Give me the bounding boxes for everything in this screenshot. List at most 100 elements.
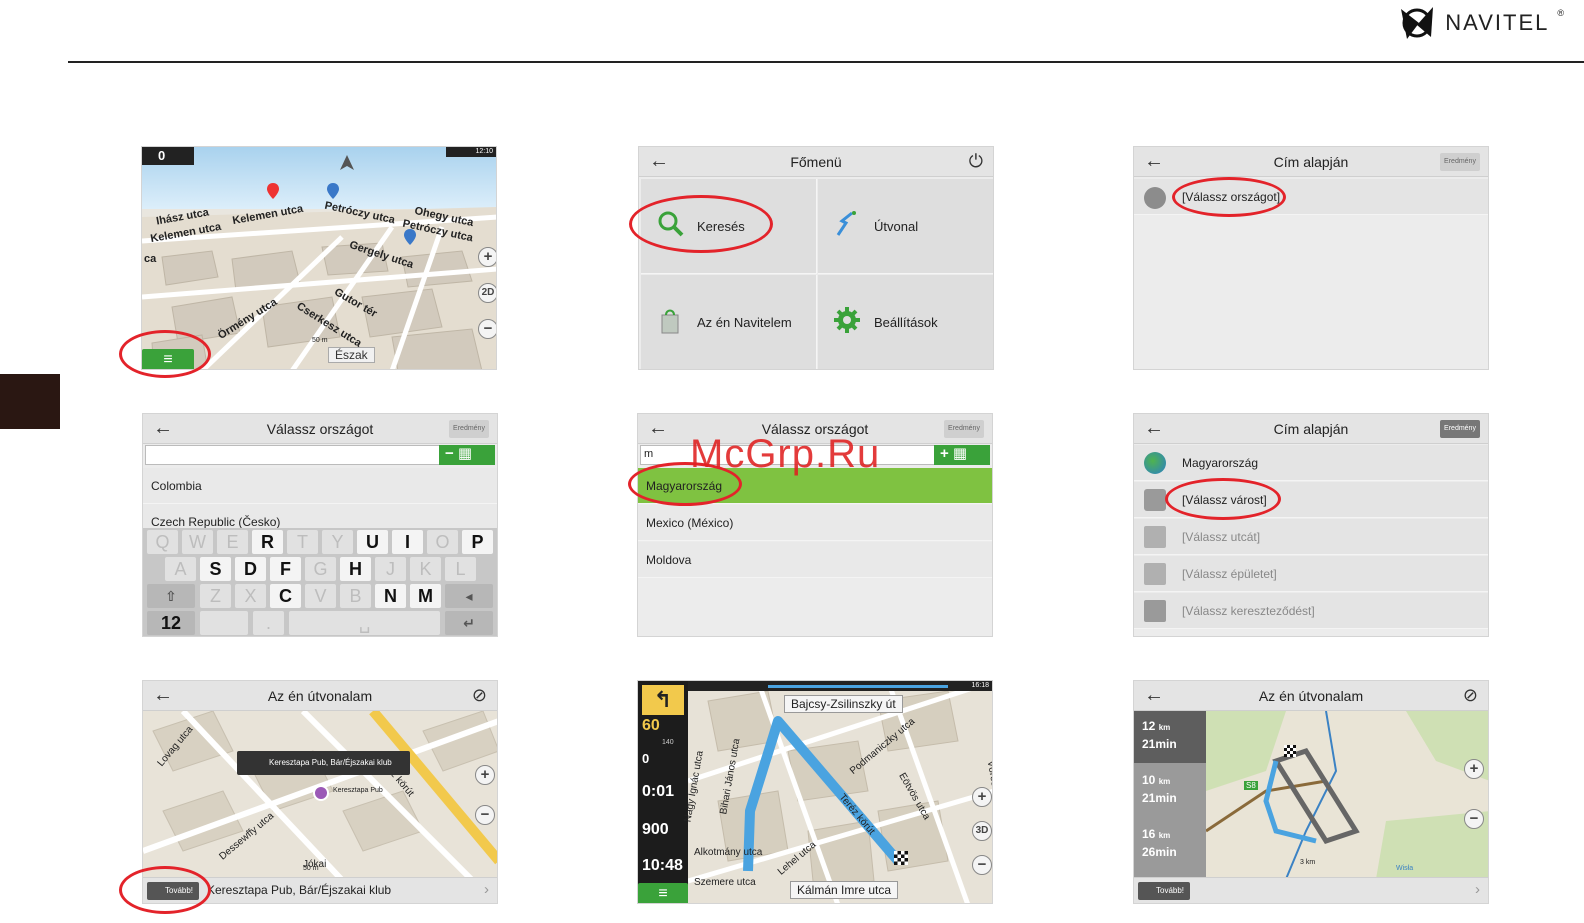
- key[interactable]: A: [165, 557, 196, 581]
- language-key[interactable]: [200, 611, 248, 635]
- poi-callout[interactable]: Keresztapa Pub, Bár/Éjszakai klub: [237, 751, 410, 775]
- result-button[interactable]: Eredmény: [944, 420, 984, 438]
- search-input[interactable]: [145, 445, 441, 465]
- zoom-out-button[interactable]: −: [972, 855, 992, 875]
- chevron-right-icon[interactable]: ›: [484, 881, 489, 898]
- enter-key[interactable]: ↵: [445, 611, 493, 635]
- period-key[interactable]: .: [253, 611, 284, 635]
- poi-pin-icon[interactable]: [313, 785, 329, 801]
- remaining-distance: 900: [642, 821, 669, 838]
- key[interactable]: L: [445, 557, 476, 581]
- keyboard-toggle-button[interactable]: − ▦: [439, 445, 495, 465]
- view-3d-button[interactable]: 3D: [972, 821, 992, 841]
- key[interactable]: T: [287, 530, 318, 554]
- route-marker: S8: [1244, 781, 1258, 790]
- key[interactable]: X: [235, 584, 266, 608]
- list-item-label: [Válassz kereszteződést]: [1182, 604, 1315, 618]
- key[interactable]: H: [340, 557, 371, 581]
- key[interactable]: U: [357, 530, 388, 554]
- result-button[interactable]: Eredmény: [449, 420, 489, 438]
- key[interactable]: Y: [322, 530, 353, 554]
- current-street-chip: Bajcsy-Zsilinszky út: [784, 695, 903, 713]
- view-2d-button[interactable]: 2D: [478, 283, 496, 303]
- chevron-right-icon[interactable]: ›: [1475, 881, 1480, 898]
- key[interactable]: O: [427, 530, 458, 554]
- result-button[interactable]: Eredmény: [1440, 153, 1480, 171]
- key[interactable]: I: [392, 530, 423, 554]
- route-distance-unit: km: [1158, 723, 1171, 732]
- zoom-out-button[interactable]: −: [1464, 809, 1484, 829]
- key[interactable]: G: [305, 557, 336, 581]
- numeric-key[interactable]: 12: [147, 611, 195, 635]
- brand-name: NAVITEL: [1445, 10, 1550, 35]
- keyboard-toggle-button[interactable]: + ▦: [934, 445, 990, 465]
- next-button[interactable]: Tovább!: [147, 882, 199, 900]
- key[interactable]: K: [410, 557, 441, 581]
- navitel-logo-icon: [1401, 7, 1434, 39]
- zoom-in-button[interactable]: +: [1464, 759, 1484, 779]
- key[interactable]: W: [182, 530, 213, 554]
- list-item-building[interactable]: [Válassz épületet]: [1134, 556, 1488, 592]
- key[interactable]: S: [200, 557, 231, 581]
- next-button[interactable]: Tovább!: [1138, 882, 1190, 900]
- route-option-3[interactable]: 16 km 26min: [1134, 819, 1206, 871]
- shift-key[interactable]: ⇧: [147, 584, 195, 608]
- backspace-key[interactable]: ◂: [445, 584, 493, 608]
- cancel-route-icon[interactable]: ⊘: [1463, 685, 1478, 706]
- north-button[interactable]: Észak: [328, 347, 375, 363]
- poi-pin-icon[interactable]: [404, 229, 416, 245]
- route-option-2[interactable]: 10 km 21min: [1134, 765, 1206, 817]
- menu-tile-route[interactable]: Útvonal: [818, 179, 993, 274]
- clock: 12:10: [475, 148, 493, 155]
- zoom-in-button[interactable]: +: [478, 247, 496, 267]
- route-option-1[interactable]: 12 km 21min: [1134, 711, 1206, 763]
- street-label: ca: [144, 253, 157, 265]
- key[interactable]: C: [270, 584, 301, 608]
- key[interactable]: Q: [147, 530, 178, 554]
- key[interactable]: Z: [200, 584, 231, 608]
- key[interactable]: V: [305, 584, 336, 608]
- route-time: 21min: [1142, 791, 1177, 805]
- key[interactable]: E: [217, 530, 248, 554]
- route-distance: 10: [1142, 773, 1156, 787]
- progress-fill: [768, 685, 948, 688]
- list-item[interactable]: Colombia: [143, 468, 497, 504]
- menu-tile-my-navitel[interactable]: Az én Navitelem: [641, 275, 817, 369]
- key[interactable]: B: [340, 584, 371, 608]
- list-item-street[interactable]: [Válassz utcát]: [1134, 519, 1488, 555]
- list-item[interactable]: Mexico (México): [638, 505, 992, 541]
- poi-pin-icon[interactable]: [267, 183, 279, 199]
- zoom-in-button[interactable]: +: [972, 787, 992, 807]
- view-3d-label: 3D: [975, 825, 989, 836]
- list-item[interactable]: Moldova: [638, 542, 992, 578]
- menu-tile-label: Beállítások: [874, 315, 938, 330]
- menu-tile-settings[interactable]: Beállítások: [818, 275, 993, 369]
- key[interactable]: M: [410, 584, 441, 608]
- menu-tile-search[interactable]: Keresés: [641, 179, 817, 274]
- key[interactable]: R: [252, 530, 283, 554]
- list-item-city[interactable]: [Válassz várost]: [1134, 482, 1488, 518]
- zoom-out-button[interactable]: −: [475, 805, 495, 825]
- poi-pin-icon[interactable]: [327, 183, 339, 199]
- space-key[interactable]: ␣: [289, 611, 440, 635]
- result-button[interactable]: Eredmény: [1440, 420, 1480, 438]
- key[interactable]: N: [375, 584, 406, 608]
- list-item-crossroad[interactable]: [Válassz kereszteződést]: [1134, 593, 1488, 629]
- compass-icon[interactable]: [337, 153, 357, 173]
- key[interactable]: D: [235, 557, 266, 581]
- speed-limit: 60: [642, 717, 660, 734]
- cancel-route-icon[interactable]: ⊘: [472, 685, 487, 706]
- power-icon[interactable]: ⏻: [969, 151, 983, 172]
- zoom-out-button[interactable]: −: [478, 319, 496, 339]
- screenshot-map-view: 0 12:10 Ihász utca Kelemen utca Kelemen …: [141, 146, 497, 370]
- main-menu-button[interactable]: ≡: [142, 349, 194, 369]
- key[interactable]: F: [270, 557, 301, 581]
- search-input-value: m: [644, 448, 654, 460]
- key[interactable]: J: [375, 557, 406, 581]
- main-menu-button[interactable]: ≡: [638, 883, 688, 903]
- list-item-country[interactable]: [Válassz országot]: [1134, 179, 1488, 215]
- route-distance-unit: km: [1158, 777, 1171, 786]
- zoom-in-button[interactable]: +: [475, 765, 495, 785]
- key[interactable]: P: [462, 530, 493, 554]
- list-item-country[interactable]: Magyarország: [1134, 445, 1488, 481]
